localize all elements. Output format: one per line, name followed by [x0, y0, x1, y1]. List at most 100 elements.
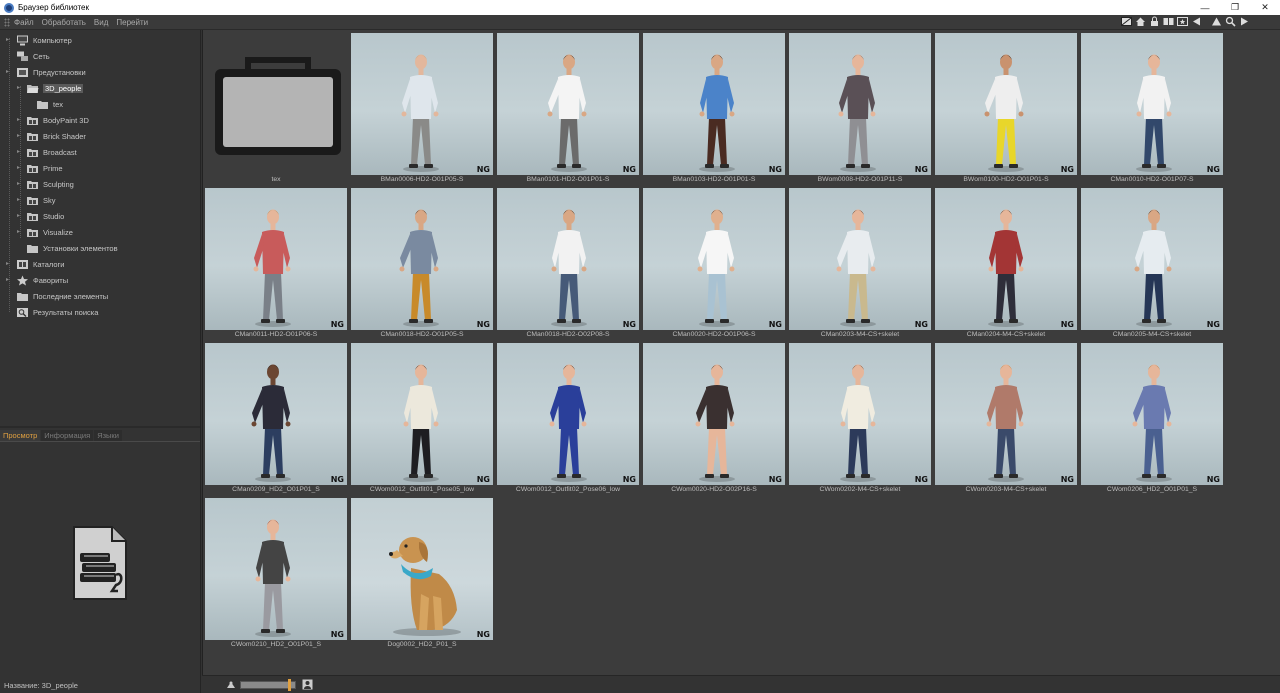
menu-edit[interactable]: Обработать	[42, 18, 86, 27]
tree-expander-icon[interactable]: ▸	[17, 165, 23, 171]
menu-go[interactable]: Перейти	[116, 18, 148, 27]
person-thumbnail[interactable]: NG	[497, 33, 639, 175]
tree-expander-icon[interactable]: ▸	[17, 213, 23, 219]
book-icon[interactable]	[1163, 16, 1174, 27]
person-thumbnail[interactable]: NG	[935, 188, 1077, 330]
asset-item[interactable]: NG CMan0203-M4-CS+skelet	[789, 188, 931, 340]
tree-item-16[interactable]: Последние элементы	[16, 288, 108, 304]
person-thumbnail[interactable]: NG	[351, 188, 493, 330]
person-thumbnail[interactable]: NG	[935, 343, 1077, 485]
tree-expander-icon[interactable]: ▸	[17, 229, 23, 235]
tree-item-1[interactable]: Сеть	[16, 48, 50, 64]
person-thumbnail[interactable]: NG	[643, 188, 785, 330]
asset-item[interactable]: NG BMan0006-HD2-O01P05-S	[351, 33, 493, 185]
asset-item[interactable]: NG BMan0101-HD2-O01P01-S	[497, 33, 639, 185]
tree-expander-icon[interactable]: ▸	[17, 149, 23, 155]
person-thumbnail[interactable]: NG	[205, 498, 347, 640]
asset-item[interactable]: NG CWom0203-M4-CS+skelet	[935, 343, 1077, 495]
asset-item[interactable]: NG CMan0011-HD2-O01P06-S	[205, 188, 347, 340]
forward-arrow-icon[interactable]	[1239, 16, 1250, 27]
tree-expander-icon[interactable]: ▸	[6, 277, 12, 283]
tree-item-12[interactable]: Visualize	[26, 224, 73, 240]
person-thumbnail[interactable]: NG	[497, 343, 639, 485]
tree-expander-icon[interactable]: ▸	[17, 85, 23, 91]
asset-item[interactable]: NG CMan0018-HD2-O02P08-S	[497, 188, 639, 340]
person-thumbnail[interactable]: NG	[1081, 343, 1223, 485]
tree-expander-icon[interactable]: ▸	[6, 261, 12, 267]
tree-expander-icon[interactable]: ▸	[17, 181, 23, 187]
tree-expander-icon[interactable]: ▸	[17, 133, 23, 139]
home-icon[interactable]	[1135, 16, 1146, 27]
person-thumbnail[interactable]: NG	[497, 188, 639, 330]
tree-item-13[interactable]: Установки элементов	[26, 240, 118, 256]
asset-item[interactable]: NG CWom0012_Outfit01_Pose05_low	[351, 343, 493, 495]
tree-item-6[interactable]: Brick Shader	[26, 128, 86, 144]
menu-view[interactable]: Вид	[94, 18, 108, 27]
person-thumbnail[interactable]: NG	[789, 33, 931, 175]
tree-item-8[interactable]: Prime	[26, 160, 63, 176]
large-thumb-icon[interactable]	[302, 679, 313, 690]
person-thumbnail[interactable]: NG	[1081, 188, 1223, 330]
person-thumbnail[interactable]: NG	[643, 33, 785, 175]
tree-item-15[interactable]: Фавориты	[16, 272, 68, 288]
slider-handle[interactable]	[288, 679, 291, 691]
asset-item[interactable]: NG CMan0018-HD2-O01P05-S	[351, 188, 493, 340]
tree-item-14[interactable]: Каталоги	[16, 256, 64, 272]
up-arrow-icon[interactable]	[1211, 16, 1222, 27]
asset-item[interactable]: NG CMan0020-HD2-O01P06-S	[643, 188, 785, 340]
close-button[interactable]: ✕	[1250, 0, 1280, 15]
tree-expander-icon[interactable]: ▸	[17, 197, 23, 203]
restore-button[interactable]: ❐	[1220, 0, 1250, 15]
asset-item[interactable]: NG BMan0103-HD2-O01P01-S	[643, 33, 785, 185]
search-icon[interactable]	[1225, 16, 1236, 27]
tree-item-2[interactable]: Предустановки	[16, 64, 86, 80]
back-arrow-icon[interactable]	[1191, 16, 1202, 27]
tab-information[interactable]: Информация	[41, 430, 94, 441]
tree-expander-icon[interactable]: ▸	[6, 69, 12, 75]
menu-grip-icon[interactable]	[4, 17, 10, 27]
person-thumbnail[interactable]: NG	[789, 343, 931, 485]
tree-item-7[interactable]: Broadcast	[26, 144, 77, 160]
person-thumbnail[interactable]: NG	[205, 188, 347, 330]
tab-preview[interactable]: Просмотр	[0, 430, 41, 441]
asset-item[interactable]: NG CMan0209_HD2_O01P01_S	[205, 343, 347, 495]
tree-item-17[interactable]: Результаты поиска	[16, 304, 98, 320]
person-thumbnail[interactable]: NG	[205, 343, 347, 485]
view-mode-icon[interactable]	[1121, 16, 1132, 27]
panel-splitter[interactable]	[0, 426, 200, 428]
tree-item-3[interactable]: 3D_people	[26, 80, 84, 96]
minimize-button[interactable]: —	[1190, 0, 1220, 15]
bookmark-star-icon[interactable]	[1177, 16, 1188, 27]
asset-item[interactable]: NG BWom0100-HD2-O01P01-S	[935, 33, 1077, 185]
tree-item-4[interactable]: tex	[36, 96, 63, 112]
asset-item[interactable]: NG CMan0204-M4-CS+skelet	[935, 188, 1077, 340]
tree-item-9[interactable]: Sculpting	[26, 176, 74, 192]
small-thumb-icon[interactable]	[226, 680, 236, 689]
asset-item[interactable]: NG Dog0002_HD2_P01_S	[351, 498, 493, 650]
asset-item[interactable]: NG CWom0012_Outfit02_Pose06_low	[497, 343, 639, 495]
person-thumbnail[interactable]: NG	[643, 343, 785, 485]
asset-item[interactable]: NG CWom0202-M4-CS+skelet	[789, 343, 931, 495]
tree-item-11[interactable]: Studio	[26, 208, 64, 224]
person-thumbnail[interactable]: NG	[1081, 33, 1223, 175]
menu-file[interactable]: Файл	[14, 18, 34, 27]
person-thumbnail[interactable]: NG	[351, 33, 493, 175]
person-thumbnail[interactable]: NG	[935, 33, 1077, 175]
folder-item[interactable]: tex	[205, 33, 347, 185]
lock-icon[interactable]	[1149, 16, 1160, 27]
asset-item[interactable]: NG CWom0020-HD2-O02P16-S	[643, 343, 785, 495]
asset-item[interactable]: NG BWom0008-HD2-O01P11-S	[789, 33, 931, 185]
asset-item[interactable]: NG CMan0010-HD2-O01P07-S	[1081, 33, 1223, 185]
tree-item-5[interactable]: BodyPaint 3D	[26, 112, 89, 128]
asset-item[interactable]: NG CWom0210_HD2_O01P01_S	[205, 498, 347, 650]
dog-thumbnail[interactable]: NG	[351, 498, 493, 640]
tree-expander-icon[interactable]: ▸	[17, 117, 23, 123]
person-thumbnail[interactable]: NG	[789, 188, 931, 330]
asset-item[interactable]: NG CMan0205-M4-CS+skelet	[1081, 188, 1223, 340]
person-thumbnail[interactable]: NG	[351, 343, 493, 485]
tree-item-0[interactable]: Компьютер	[16, 32, 72, 48]
asset-item[interactable]: NG CWom0206_HD2_O01P01_S	[1081, 343, 1223, 495]
tree-item-10[interactable]: Sky	[26, 192, 56, 208]
tree-expander-icon[interactable]: ▸	[6, 37, 12, 43]
tab-languages[interactable]: Языки	[94, 430, 122, 441]
